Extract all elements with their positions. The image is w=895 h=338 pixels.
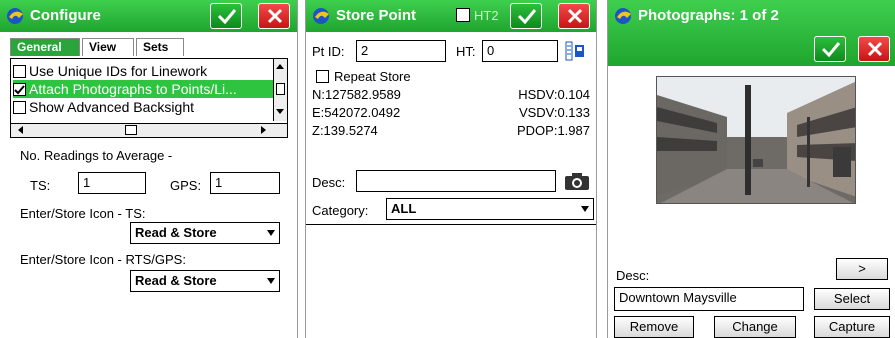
app-logo-icon [7,8,23,24]
checkmark-icon [14,85,25,95]
vertical-scrollbar[interactable] [273,59,287,121]
ok-button[interactable] [210,3,242,29]
option-label: Attach Photographs to Points/Li... [29,81,237,97]
remove-button[interactable]: Remove [614,316,694,338]
configure-window: Configure General View Sets Use Unique I… [0,0,298,338]
northing-readout: N:127582.9589 [312,87,401,102]
pdop-readout: PDOP:1.987 [517,123,590,138]
icon-ts-value: Read & Store [135,225,217,240]
store-point-title: Store Point [336,7,417,24]
scroll-up-icon [276,64,284,69]
option-label: Show Advanced Backsight [29,99,194,115]
desc-label: Desc: [312,175,346,190]
checkbox-attach-photos[interactable] [13,83,26,96]
capture-button[interactable]: Capture [814,316,890,338]
scroll-left-icon [18,126,23,134]
street-photo-image [657,77,855,203]
store-point-window: Store Point HT2 Pt ID: 2 HT: 0 Repeat St… [305,0,597,338]
readings-label: No. Readings to Average - [20,148,173,163]
camera-icon[interactable] [564,171,590,191]
vsdv-readout: VSDV:0.133 [518,105,590,120]
option-unique-ids[interactable]: Use Unique IDs for Linework [13,62,273,80]
checkbox-unique-ids[interactable] [13,65,26,78]
close-button[interactable] [858,36,890,62]
close-icon [567,8,583,24]
close-icon [267,8,283,24]
ok-button[interactable] [814,36,846,62]
close-button[interactable] [558,3,590,29]
repeat-store-label: Repeat Store [334,69,411,84]
scroll-thumb[interactable] [276,83,285,95]
option-attach-photos[interactable]: Attach Photographs to Points/Li... [13,80,273,98]
app-logo-icon [313,8,329,24]
chevron-down-icon [267,278,275,284]
hsdv-readout: HSDV:0.104 [518,87,590,102]
ht2-label: HT2 [474,8,499,23]
checkmark-icon [517,9,537,25]
photo-preview[interactable] [656,76,856,204]
icon-gps-select[interactable]: Read & Store [130,270,280,292]
scroll-down-icon [276,109,284,114]
ok-button[interactable] [510,3,542,29]
category-select[interactable]: ALL [386,198,594,220]
option-advanced-backsight[interactable]: Show Advanced Backsight [13,98,273,116]
ht-label: HT: [456,44,476,59]
photographs-header: Photographs: 1 of 2 [608,0,895,66]
checkmark-icon [217,9,237,25]
elevation-readout: Z:139.5274 [312,123,378,138]
pt-id-input[interactable]: 2 [356,40,446,62]
easting-readout: E:542072.0492 [312,105,401,120]
checkbox-advanced-backsight[interactable] [13,101,26,114]
close-icon [867,41,883,57]
category-value: ALL [391,201,417,216]
tab-sets[interactable]: Sets [136,38,184,56]
scroll-right-icon [261,126,266,134]
close-button[interactable] [258,3,290,29]
category-label: Category: [312,203,369,218]
photographs-window: Photographs: 1 of 2 > Desc: Downtown May… [607,0,895,338]
select-button[interactable]: Select [814,288,890,310]
rod-height-icon[interactable] [564,40,586,62]
option-label: Use Unique IDs for Linework [29,63,208,79]
ts-readings-input[interactable]: 1 [78,172,146,194]
gps-readings-input[interactable]: 1 [210,172,280,194]
ht-input[interactable]: 0 [482,40,558,62]
point-list-area[interactable] [306,225,596,338]
icon-gps-value: Read & Store [135,273,217,288]
store-point-titlebar: Store Point HT2 [306,0,596,32]
ht2-checkbox[interactable] [456,8,470,22]
icon-gps-label: Enter/Store Icon - RTS/GPS: [20,252,186,267]
photo-desc-input[interactable]: Downtown Maysville [614,287,804,311]
desc-label: Desc: [616,268,650,283]
photographs-title: Photographs: 1 of 2 [638,7,779,24]
configure-title: Configure [30,7,101,24]
gps-label: GPS: [170,178,202,193]
app-logo-icon [615,8,631,24]
desc-input[interactable] [356,170,556,192]
next-photo-button[interactable]: > [836,258,888,280]
chevron-down-icon [581,206,589,212]
options-list[interactable]: Use Unique IDs for Linework Attach Photo… [10,58,288,138]
checkmark-icon [821,42,841,58]
ts-label: TS: [30,178,51,193]
repeat-store-checkbox[interactable] [316,70,329,83]
icon-ts-label: Enter/Store Icon - TS: [20,206,146,221]
scroll-thumb[interactable] [125,125,137,135]
change-button[interactable]: Change [714,316,796,338]
configure-titlebar: Configure [0,0,297,32]
horizontal-scrollbar[interactable] [11,123,287,137]
pt-id-label: Pt ID: [312,44,345,59]
icon-ts-select[interactable]: Read & Store [130,222,280,244]
tab-general[interactable]: General [10,38,80,56]
tab-view[interactable]: View [82,38,134,56]
chevron-down-icon [267,230,275,236]
